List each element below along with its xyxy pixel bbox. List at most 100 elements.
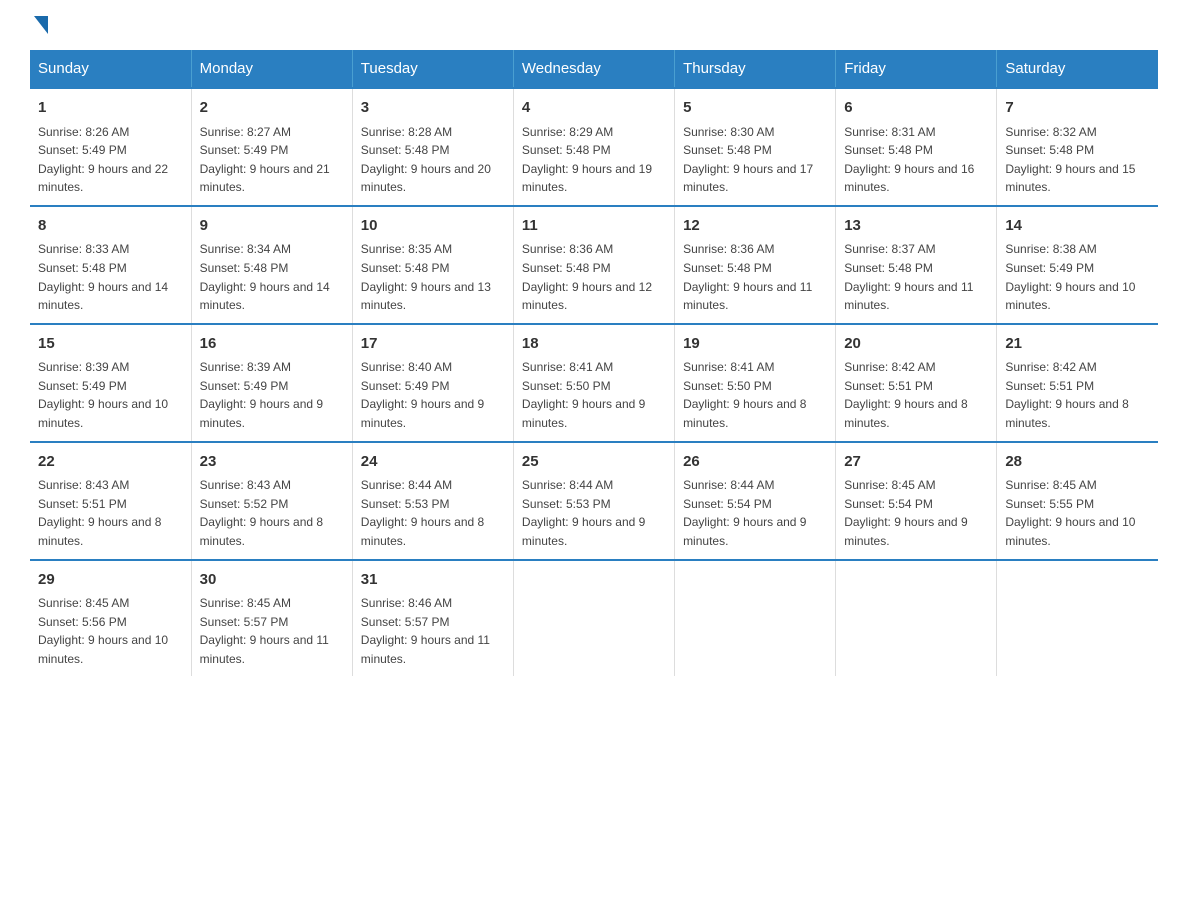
day-number: 8 xyxy=(38,215,183,238)
calendar-cell: 3 Sunrise: 8:28 AMSunset: 5:48 PMDaylight… xyxy=(352,88,513,206)
calendar-cell xyxy=(513,560,674,677)
day-info: Sunrise: 8:44 AMSunset: 5:53 PMDaylight:… xyxy=(522,476,666,550)
day-info: Sunrise: 8:46 AMSunset: 5:57 PMDaylight:… xyxy=(361,594,505,668)
day-info: Sunrise: 8:45 AMSunset: 5:54 PMDaylight:… xyxy=(844,476,988,550)
day-info: Sunrise: 8:29 AMSunset: 5:48 PMDaylight:… xyxy=(522,123,666,197)
day-info: Sunrise: 8:45 AMSunset: 5:56 PMDaylight:… xyxy=(38,594,183,668)
day-info: Sunrise: 8:39 AMSunset: 5:49 PMDaylight:… xyxy=(38,358,183,432)
calendar-cell: 29Sunrise: 8:45 AMSunset: 5:56 PMDayligh… xyxy=(30,560,191,677)
logo-triangle-icon xyxy=(34,16,48,34)
calendar-cell: 15Sunrise: 8:39 AMSunset: 5:49 PMDayligh… xyxy=(30,324,191,442)
day-info: Sunrise: 8:44 AMSunset: 5:53 PMDaylight:… xyxy=(361,476,505,550)
day-info: Sunrise: 8:42 AMSunset: 5:51 PMDaylight:… xyxy=(1005,358,1150,432)
day-number: 15 xyxy=(38,333,183,356)
calendar-cell: 11Sunrise: 8:36 AMSunset: 5:48 PMDayligh… xyxy=(513,206,674,324)
calendar-cell: 24Sunrise: 8:44 AMSunset: 5:53 PMDayligh… xyxy=(352,442,513,560)
day-info: Sunrise: 8:45 AMSunset: 5:55 PMDaylight:… xyxy=(1005,476,1150,550)
calendar-cell: 20Sunrise: 8:42 AMSunset: 5:51 PMDayligh… xyxy=(836,324,997,442)
calendar-table: SundayMondayTuesdayWednesdayThursdayFrid… xyxy=(30,50,1158,676)
calendar-header-row: SundayMondayTuesdayWednesdayThursdayFrid… xyxy=(30,50,1158,88)
day-info: Sunrise: 8:34 AMSunset: 5:48 PMDaylight:… xyxy=(200,240,344,314)
calendar-cell: 26Sunrise: 8:44 AMSunset: 5:54 PMDayligh… xyxy=(675,442,836,560)
logo xyxy=(30,20,48,34)
calendar-cell: 7 Sunrise: 8:32 AMSunset: 5:48 PMDaylight… xyxy=(997,88,1158,206)
day-number: 17 xyxy=(361,333,505,356)
day-info: Sunrise: 8:41 AMSunset: 5:50 PMDaylight:… xyxy=(683,358,827,432)
day-number: 12 xyxy=(683,215,827,238)
day-info: Sunrise: 8:28 AMSunset: 5:48 PMDaylight:… xyxy=(361,123,505,197)
header-sunday: Sunday xyxy=(30,50,191,88)
calendar-cell: 16Sunrise: 8:39 AMSunset: 5:49 PMDayligh… xyxy=(191,324,352,442)
calendar-cell: 30Sunrise: 8:45 AMSunset: 5:57 PMDayligh… xyxy=(191,560,352,677)
calendar-cell: 17Sunrise: 8:40 AMSunset: 5:49 PMDayligh… xyxy=(352,324,513,442)
calendar-cell: 9Sunrise: 8:34 AMSunset: 5:48 PMDaylight… xyxy=(191,206,352,324)
day-number: 31 xyxy=(361,569,505,592)
header-monday: Monday xyxy=(191,50,352,88)
calendar-cell xyxy=(997,560,1158,677)
day-info: Sunrise: 8:38 AMSunset: 5:49 PMDaylight:… xyxy=(1005,240,1150,314)
day-number: 10 xyxy=(361,215,505,238)
day-number: 25 xyxy=(522,451,666,474)
calendar-week-row: 29Sunrise: 8:45 AMSunset: 5:56 PMDayligh… xyxy=(30,560,1158,677)
day-number: 22 xyxy=(38,451,183,474)
calendar-week-row: 15Sunrise: 8:39 AMSunset: 5:49 PMDayligh… xyxy=(30,324,1158,442)
day-info: Sunrise: 8:36 AMSunset: 5:48 PMDaylight:… xyxy=(522,240,666,314)
day-number: 2 xyxy=(200,97,344,120)
day-info: Sunrise: 8:27 AMSunset: 5:49 PMDaylight:… xyxy=(200,123,344,197)
day-number: 16 xyxy=(200,333,344,356)
header xyxy=(30,20,1158,34)
day-info: Sunrise: 8:43 AMSunset: 5:52 PMDaylight:… xyxy=(200,476,344,550)
day-info: Sunrise: 8:41 AMSunset: 5:50 PMDaylight:… xyxy=(522,358,666,432)
day-number: 23 xyxy=(200,451,344,474)
day-number: 30 xyxy=(200,569,344,592)
calendar-cell: 12Sunrise: 8:36 AMSunset: 5:48 PMDayligh… xyxy=(675,206,836,324)
header-friday: Friday xyxy=(836,50,997,88)
calendar-cell: 31Sunrise: 8:46 AMSunset: 5:57 PMDayligh… xyxy=(352,560,513,677)
calendar-week-row: 1Sunrise: 8:26 AMSunset: 5:49 PMDaylight… xyxy=(30,88,1158,206)
day-number: 24 xyxy=(361,451,505,474)
calendar-cell: 6Sunrise: 8:31 AMSunset: 5:48 PMDaylight… xyxy=(836,88,997,206)
day-info: Sunrise: 8:36 AMSunset: 5:48 PMDaylight:… xyxy=(683,240,827,314)
day-number: 20 xyxy=(844,333,988,356)
day-number: 11 xyxy=(522,215,666,238)
calendar-cell xyxy=(836,560,997,677)
calendar-cell: 1Sunrise: 8:26 AMSunset: 5:49 PMDaylight… xyxy=(30,88,191,206)
day-info: Sunrise: 8:32 AMSunset: 5:48 PMDaylight:… xyxy=(1005,123,1150,197)
day-info: Sunrise: 8:37 AMSunset: 5:48 PMDaylight:… xyxy=(844,240,988,314)
calendar-cell: 27Sunrise: 8:45 AMSunset: 5:54 PMDayligh… xyxy=(836,442,997,560)
calendar-cell: 2 Sunrise: 8:27 AMSunset: 5:49 PMDaylight… xyxy=(191,88,352,206)
calendar-cell: 18Sunrise: 8:41 AMSunset: 5:50 PMDayligh… xyxy=(513,324,674,442)
day-number: 26 xyxy=(683,451,827,474)
day-info: Sunrise: 8:31 AMSunset: 5:48 PMDaylight:… xyxy=(844,123,988,197)
calendar-cell: 23Sunrise: 8:43 AMSunset: 5:52 PMDayligh… xyxy=(191,442,352,560)
day-info: Sunrise: 8:33 AMSunset: 5:48 PMDaylight:… xyxy=(38,240,183,314)
header-wednesday: Wednesday xyxy=(513,50,674,88)
day-number: 13 xyxy=(844,215,988,238)
header-saturday: Saturday xyxy=(997,50,1158,88)
day-number: 5 xyxy=(683,97,827,120)
day-number: 28 xyxy=(1005,451,1150,474)
day-number: 3 xyxy=(361,97,505,120)
header-thursday: Thursday xyxy=(675,50,836,88)
calendar-week-row: 8Sunrise: 8:33 AMSunset: 5:48 PMDaylight… xyxy=(30,206,1158,324)
day-number: 4 xyxy=(522,97,666,120)
calendar-cell xyxy=(675,560,836,677)
calendar-cell: 22Sunrise: 8:43 AMSunset: 5:51 PMDayligh… xyxy=(30,442,191,560)
day-info: Sunrise: 8:35 AMSunset: 5:48 PMDaylight:… xyxy=(361,240,505,314)
day-info: Sunrise: 8:43 AMSunset: 5:51 PMDaylight:… xyxy=(38,476,183,550)
day-info: Sunrise: 8:40 AMSunset: 5:49 PMDaylight:… xyxy=(361,358,505,432)
calendar-cell: 5Sunrise: 8:30 AMSunset: 5:48 PMDaylight… xyxy=(675,88,836,206)
day-info: Sunrise: 8:44 AMSunset: 5:54 PMDaylight:… xyxy=(683,476,827,550)
day-info: Sunrise: 8:42 AMSunset: 5:51 PMDaylight:… xyxy=(844,358,988,432)
day-number: 14 xyxy=(1005,215,1150,238)
calendar-cell: 10Sunrise: 8:35 AMSunset: 5:48 PMDayligh… xyxy=(352,206,513,324)
day-info: Sunrise: 8:39 AMSunset: 5:49 PMDaylight:… xyxy=(200,358,344,432)
day-number: 27 xyxy=(844,451,988,474)
day-number: 9 xyxy=(200,215,344,238)
calendar-cell: 4 Sunrise: 8:29 AMSunset: 5:48 PMDaylight… xyxy=(513,88,674,206)
calendar-cell: 19Sunrise: 8:41 AMSunset: 5:50 PMDayligh… xyxy=(675,324,836,442)
day-info: Sunrise: 8:26 AMSunset: 5:49 PMDaylight:… xyxy=(38,123,183,197)
day-number: 29 xyxy=(38,569,183,592)
day-number: 7 xyxy=(1005,97,1150,120)
day-number: 21 xyxy=(1005,333,1150,356)
